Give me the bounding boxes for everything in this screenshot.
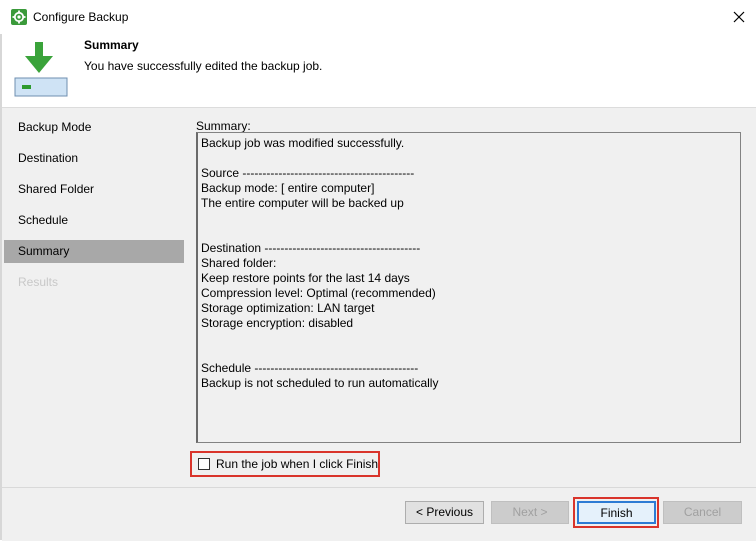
- summary-line: Schedule -------------------------------…: [201, 361, 419, 375]
- download-arrow-icon: [14, 40, 70, 100]
- summary-line: Storage optimization: LAN target: [201, 301, 375, 315]
- page-title: Summary: [84, 38, 139, 52]
- previous-button[interactable]: < Previous: [405, 501, 484, 524]
- page-subtitle: You have successfully edited the backup …: [84, 59, 323, 73]
- wizard-header: Summary You have successfully edited the…: [2, 30, 756, 106]
- title-bar: Configure Backup: [0, 0, 756, 34]
- gear-icon: [11, 9, 27, 25]
- footer-divider: [2, 487, 756, 488]
- summary-line: Backup is not scheduled to run automatic…: [201, 376, 439, 390]
- nav-item-backup-mode[interactable]: Backup Mode: [4, 116, 184, 139]
- nav-item-summary[interactable]: Summary: [4, 240, 184, 263]
- finish-button[interactable]: Finish: [577, 501, 656, 524]
- summary-line: Source ---------------------------------…: [201, 166, 415, 180]
- nav-item-shared-folder[interactable]: Shared Folder: [4, 178, 184, 201]
- window-title: Configure Backup: [33, 10, 129, 24]
- close-icon: [733, 11, 745, 23]
- summary-line: Destination ----------------------------…: [201, 241, 421, 255]
- run-job-checkbox-label[interactable]: Run the job when I click Finish: [216, 457, 378, 471]
- wizard-nav: Backup Mode Destination Shared Folder Sc…: [2, 108, 184, 488]
- summary-line: Backup mode: [ entire computer]: [201, 181, 375, 195]
- summary-line: Keep restore points for the last 14 days: [201, 271, 410, 285]
- configure-backup-window: Configure Backup Summary You have succes…: [0, 0, 756, 541]
- cancel-button[interactable]: Cancel: [663, 501, 742, 524]
- next-button[interactable]: Next >: [491, 501, 569, 524]
- summary-line: The entire computer will be backed up: [201, 196, 404, 210]
- summary-line: [201, 331, 740, 346]
- summary-line: [201, 211, 740, 226]
- nav-item-results: Results: [18, 275, 59, 289]
- close-button[interactable]: [724, 2, 754, 32]
- summary-line: [201, 346, 740, 361]
- summary-line: Backup job was modified successfully.: [201, 136, 405, 150]
- summary-line: Storage encryption: disabled: [201, 316, 354, 330]
- summary-textbox[interactable]: Backup job was modified successfully. So…: [196, 132, 741, 443]
- summary-line: [201, 151, 740, 166]
- summary-line: Compression level: Optimal (recommended): [201, 286, 436, 300]
- summary-label: Summary:: [196, 119, 251, 133]
- nav-item-destination[interactable]: Destination: [4, 147, 184, 170]
- checkbox-square[interactable]: [198, 458, 210, 470]
- run-job-checkbox[interactable]: Run the job when I click Finish: [190, 451, 380, 477]
- summary-line: Shared folder:: [201, 256, 277, 270]
- nav-item-schedule[interactable]: Schedule: [4, 209, 184, 232]
- summary-line: [201, 226, 740, 241]
